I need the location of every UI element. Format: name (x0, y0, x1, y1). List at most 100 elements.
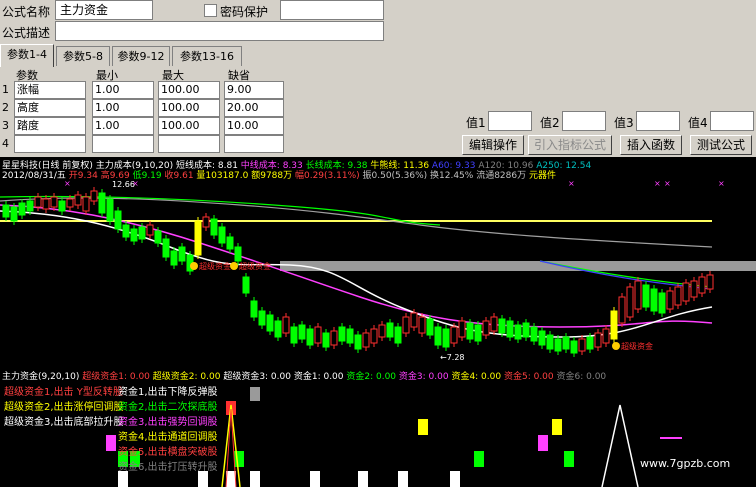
candle-body (98, 192, 106, 214)
legend-right: 资金1,出击下降反弹股 资金2,出击二次探底股 资金3,出击强势回调股 资金4,出击通… (118, 385, 218, 475)
param-default-cell[interactable] (224, 135, 284, 153)
ind-bar-white (250, 471, 260, 487)
param-default-cell[interactable]: 9.00 (224, 81, 284, 99)
value1-input[interactable] (488, 111, 532, 131)
param-row-index: 1 (2, 83, 9, 96)
param-max-cell[interactable]: 100.00 (158, 99, 220, 117)
candle-body (338, 326, 346, 342)
candle-body (674, 286, 682, 306)
candle-body (234, 246, 242, 262)
candle-body (706, 274, 714, 290)
param-min-cell[interactable]: 1.00 (92, 99, 154, 117)
param-name-cell[interactable] (14, 135, 86, 153)
signal-marker: × (568, 179, 575, 188)
ind-bar-magenta (106, 435, 116, 451)
param-max-cell[interactable]: 100.00 (158, 81, 220, 99)
annotation-dot (612, 342, 620, 350)
price-chart-svg[interactable]: × × × × × ×12.66←7.28超级资金 超级资金超级资金 (0, 177, 756, 367)
ind-bar-white (450, 471, 460, 487)
password-checkbox[interactable] (204, 4, 217, 17)
password-label: 密码保护 (220, 5, 269, 19)
ind-bar-white (226, 471, 236, 487)
param-min-cell[interactable]: 1.00 (92, 117, 154, 135)
candle-body (586, 336, 594, 350)
candle-body (282, 316, 290, 334)
candle-body (562, 336, 570, 350)
import-indicator-button[interactable]: 引入指标公式 (528, 135, 612, 155)
candle-body (514, 324, 522, 340)
param-min-cell[interactable] (92, 135, 154, 153)
candle-body (226, 236, 234, 250)
candle-body (538, 330, 546, 346)
param-default-cell[interactable]: 10.00 (224, 117, 284, 135)
candle-body (82, 196, 90, 212)
candle-body (362, 332, 370, 348)
tab-params-13-16[interactable]: 参数13-16 (172, 46, 242, 66)
candle-body (34, 196, 42, 208)
candle-body (394, 326, 402, 344)
candle-body (346, 328, 354, 344)
param-grid: 参数 最小 最大 缺省 1 涨幅 1.00 100.00 9.00 2 高度 1… (0, 67, 290, 157)
annotation-dot (230, 262, 238, 270)
ind-bar-gray (250, 387, 260, 401)
tab-params-5-8[interactable]: 参数5-8 (56, 46, 110, 66)
insert-function-button[interactable]: 插入函数 (620, 135, 682, 155)
ind-bar-green (234, 451, 244, 467)
legend-right-item-1: 资金2,出击二次探底股 (118, 402, 218, 413)
value4-input[interactable] (710, 111, 754, 131)
candle-body (594, 332, 602, 348)
param-name-cell[interactable]: 踏度 (14, 117, 86, 135)
param-name-cell[interactable]: 高度 (14, 99, 86, 117)
test-formula-button[interactable]: 测试公式 (690, 135, 752, 155)
param-name-cell[interactable]: 涨幅 (14, 81, 86, 99)
param-row-index: 3 (2, 119, 9, 132)
signal-marker: × (654, 179, 661, 188)
candle-body (578, 338, 586, 352)
candle-body (506, 320, 514, 338)
candle-body (146, 224, 154, 236)
candle-body (602, 328, 610, 344)
formula-desc-input[interactable] (55, 21, 384, 41)
candle-body (130, 228, 138, 242)
candle-body (162, 238, 170, 258)
candle-body (570, 340, 578, 354)
candle-body (642, 284, 650, 308)
ind-bar-yellow (552, 419, 562, 435)
tab-params-1-4[interactable]: 参数1-4 (0, 44, 54, 67)
candle-body (2, 204, 10, 218)
ind-line-white (601, 404, 639, 487)
candle-body (546, 334, 554, 350)
candle-body (682, 282, 690, 302)
value2-label: 值2 (540, 116, 560, 130)
formula-name-input[interactable]: 主力资金 (55, 0, 153, 20)
edit-operation-button[interactable]: 编辑操作 (462, 135, 524, 155)
band-rect (280, 261, 756, 271)
param-max-cell[interactable]: 100.00 (158, 117, 220, 135)
candle-body (250, 300, 258, 318)
ind-bar-white (398, 471, 408, 487)
param-default-cell[interactable]: 20.00 (224, 99, 284, 117)
value3-input[interactable] (636, 111, 680, 131)
value2-input[interactable] (562, 111, 606, 131)
candle-body (258, 310, 266, 326)
ind-bar-white (358, 471, 368, 487)
ind-bar-magenta (538, 435, 548, 451)
param-min-cell[interactable]: 1.00 (92, 81, 154, 99)
annotation-label: 超级资金 (621, 341, 653, 351)
candle-body (122, 224, 130, 238)
candle-body (106, 198, 114, 222)
candle-body (650, 288, 658, 312)
candle-body (242, 276, 250, 294)
candle-body (666, 290, 674, 310)
param-max-cell[interactable] (158, 135, 220, 153)
candle-body (354, 334, 362, 350)
watermark: www.7gpzb.com (640, 457, 731, 470)
ind-bar-magenta-line (660, 437, 682, 439)
candle-body (402, 316, 410, 334)
candle-body (378, 324, 386, 338)
signal-marker: × (664, 179, 671, 188)
candle-body (410, 312, 418, 328)
tab-params-9-12[interactable]: 参数9-12 (112, 46, 170, 66)
password-input[interactable] (280, 0, 384, 20)
candle-body (418, 316, 426, 334)
